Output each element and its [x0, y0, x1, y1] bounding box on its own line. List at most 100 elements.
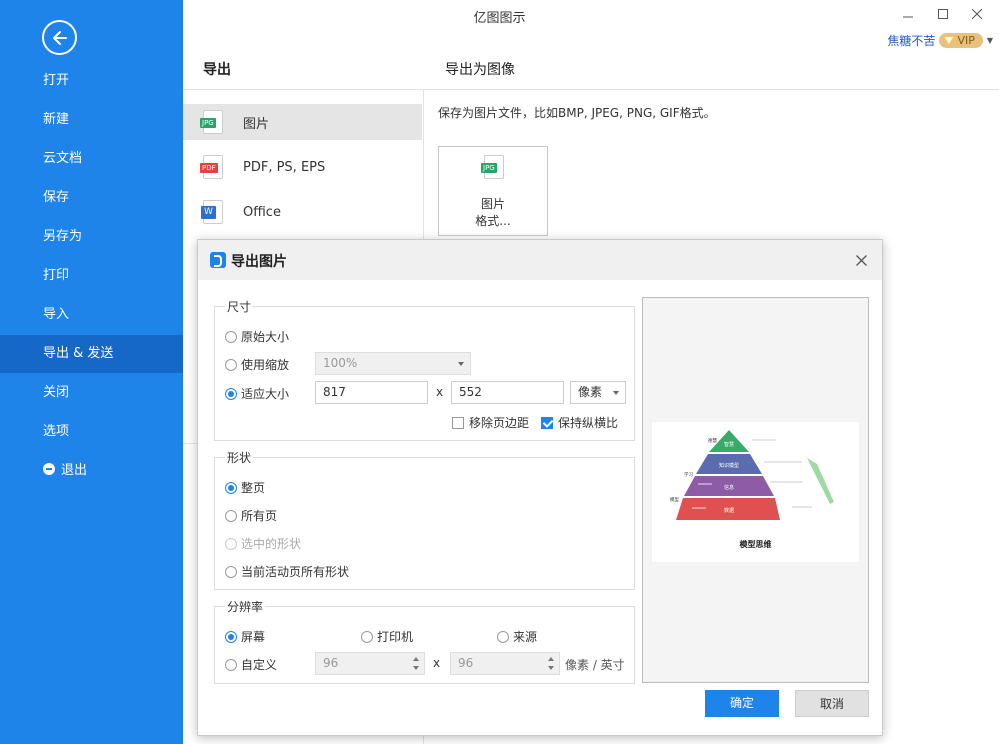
export-description: 保存为图片文件，比如BMP, JPEG, PNG, GIF格式。	[438, 106, 716, 120]
sidebar-item-save[interactable]: 保存	[0, 179, 183, 217]
radio-button[interactable]	[225, 565, 237, 578]
title-bar: 亿图图示	[183, 0, 999, 30]
sidebar-item-exit[interactable]: 退出	[0, 452, 183, 490]
radio-screen[interactable]: 屏幕	[225, 628, 265, 645]
preview-caption: 模型思维	[740, 539, 772, 549]
dpi-y-stepper[interactable]: 96	[450, 652, 560, 675]
shape-group-title: 形状	[225, 449, 254, 466]
unit-select[interactable]: 像素	[570, 381, 626, 404]
radio-button[interactable]	[361, 630, 373, 643]
checkbox-label: 移除页边距	[469, 416, 530, 430]
radio-button	[225, 537, 237, 550]
radio-use-zoom[interactable]: 使用缩放	[225, 356, 289, 373]
radio-button[interactable]	[225, 481, 237, 494]
radio-label: 原始大小	[241, 330, 290, 344]
radio-current-page-shapes[interactable]: 当前活动页所有形状	[225, 563, 349, 580]
sidebar: 打开 新建 云文档 保存 另存为 打印 导入 导出 & 发送 关闭 选项 退出	[0, 0, 183, 744]
jpg-file-icon: JPG	[200, 110, 223, 134]
pyramid-diagram: 智慧 知识模型 信息 数据 德慧 学习 模型 模型思维	[670, 430, 834, 549]
format-item-image[interactable]: JPG 图片	[183, 104, 422, 140]
sidebar-item-new[interactable]: 新建	[0, 101, 183, 139]
chevron-down-icon[interactable]: ▼	[987, 36, 993, 45]
close-window-icon[interactable]	[965, 4, 989, 24]
format-item-label: Office	[243, 204, 281, 220]
sidebar-item-exit-label: 退出	[61, 463, 88, 478]
level-label: 数据	[724, 507, 734, 514]
checkbox-remove-margin[interactable]: 移除页边距	[452, 414, 529, 431]
jpg-tag: JPG	[481, 163, 497, 173]
dpi-x-value: 96	[323, 656, 339, 670]
user-area[interactable]: 焦糖不苦 VIP ▼	[887, 32, 993, 49]
app-title: 亿图图示	[473, 11, 526, 26]
minimize-icon[interactable]	[896, 4, 920, 24]
sidebar-item-print[interactable]: 打印	[0, 257, 183, 295]
spin-arrows-icon[interactable]	[547, 655, 555, 672]
size-group-title: 尺寸	[225, 298, 254, 315]
width-input[interactable]: 817	[315, 381, 428, 404]
pdf-tag: PDF	[200, 163, 218, 173]
dpi-y-value: 96	[458, 656, 474, 670]
checkbox-keep-ratio[interactable]: 保持纵横比	[541, 414, 618, 431]
height-input[interactable]: 552	[451, 381, 564, 404]
dialog-titlebar: 导出图片	[198, 240, 882, 280]
side-label: 模型	[670, 496, 679, 503]
resolution-group-title: 分辨率	[225, 598, 266, 615]
side-label: 德慧	[708, 437, 717, 444]
radio-source[interactable]: 来源	[497, 628, 537, 645]
user-name[interactable]: 焦糖不苦	[887, 32, 935, 49]
unit-value: 像素	[578, 385, 603, 399]
chevron-down-icon	[458, 362, 464, 366]
sidebar-item-cloud-docs[interactable]: 云文档	[0, 140, 183, 178]
trend-arrow-icon	[807, 458, 834, 504]
sidebar-item-export-send[interactable]: 导出 & 发送	[0, 335, 183, 373]
cancel-button[interactable]: 取消	[795, 690, 869, 717]
checkbox-label: 保持纵横比	[558, 416, 619, 430]
sidebar-item-open[interactable]: 打开	[0, 62, 183, 100]
radio-label: 来源	[513, 630, 538, 644]
radio-button[interactable]	[225, 509, 237, 522]
word-file-icon: W	[201, 200, 223, 224]
radio-whole-page[interactable]: 整页	[225, 479, 265, 496]
radio-printer[interactable]: 打印机	[361, 628, 413, 645]
radio-button[interactable]	[225, 330, 237, 343]
card-label: 图片	[480, 197, 505, 211]
jpg-tag: JPG	[200, 118, 216, 128]
sidebar-item-import[interactable]: 导入	[0, 296, 183, 334]
vip-badge[interactable]: VIP	[939, 33, 983, 48]
radio-button[interactable]	[225, 358, 237, 371]
format-item-label: 图片	[243, 116, 270, 132]
zoom-select[interactable]: 100%	[315, 352, 471, 375]
chevron-down-icon	[613, 391, 619, 395]
image-format-card[interactable]: JPG 图片 格式...	[438, 146, 548, 236]
shape-group: 形状 整页 所有页 选中的形状 当前活动页所有形状	[214, 449, 635, 590]
radio-custom[interactable]: 自定义	[225, 656, 277, 673]
checkbox[interactable]	[541, 416, 553, 429]
sidebar-item-save-as[interactable]: 另存为	[0, 218, 183, 256]
radio-label: 自定义	[241, 658, 278, 672]
radio-label: 当前活动页所有形状	[241, 565, 350, 579]
jpg-file-icon: JPG	[481, 155, 504, 179]
times-sign: x	[433, 656, 441, 670]
dialog-title: 导出图片	[231, 254, 287, 270]
dpi-x-stepper[interactable]: 96	[315, 652, 425, 675]
sidebar-item-close[interactable]: 关闭	[0, 374, 183, 412]
pdf-file-icon: PDF	[200, 155, 223, 179]
sidebar-item-options[interactable]: 选项	[0, 413, 183, 451]
radio-original-size[interactable]: 原始大小	[225, 328, 289, 345]
header-divider	[183, 89, 999, 90]
ok-button[interactable]: 确定	[705, 690, 779, 717]
spin-arrows-icon[interactable]	[412, 655, 420, 672]
radio-button[interactable]	[497, 630, 509, 643]
radio-fit-size[interactable]: 适应大小	[225, 385, 289, 402]
back-arrow-icon[interactable]	[42, 20, 77, 55]
format-item-pdf[interactable]: PDF PDF, PS, EPS	[183, 149, 422, 185]
close-icon[interactable]	[850, 249, 872, 271]
radio-button[interactable]	[225, 387, 237, 400]
maximize-icon[interactable]	[931, 4, 955, 24]
radio-button[interactable]	[225, 630, 237, 643]
checkbox[interactable]	[452, 416, 464, 429]
format-item-office[interactable]: W Office	[183, 194, 422, 230]
radio-button[interactable]	[225, 658, 237, 671]
radio-all-pages[interactable]: 所有页	[225, 507, 277, 524]
dpi-unit: 像素 / 英寸	[565, 658, 625, 672]
